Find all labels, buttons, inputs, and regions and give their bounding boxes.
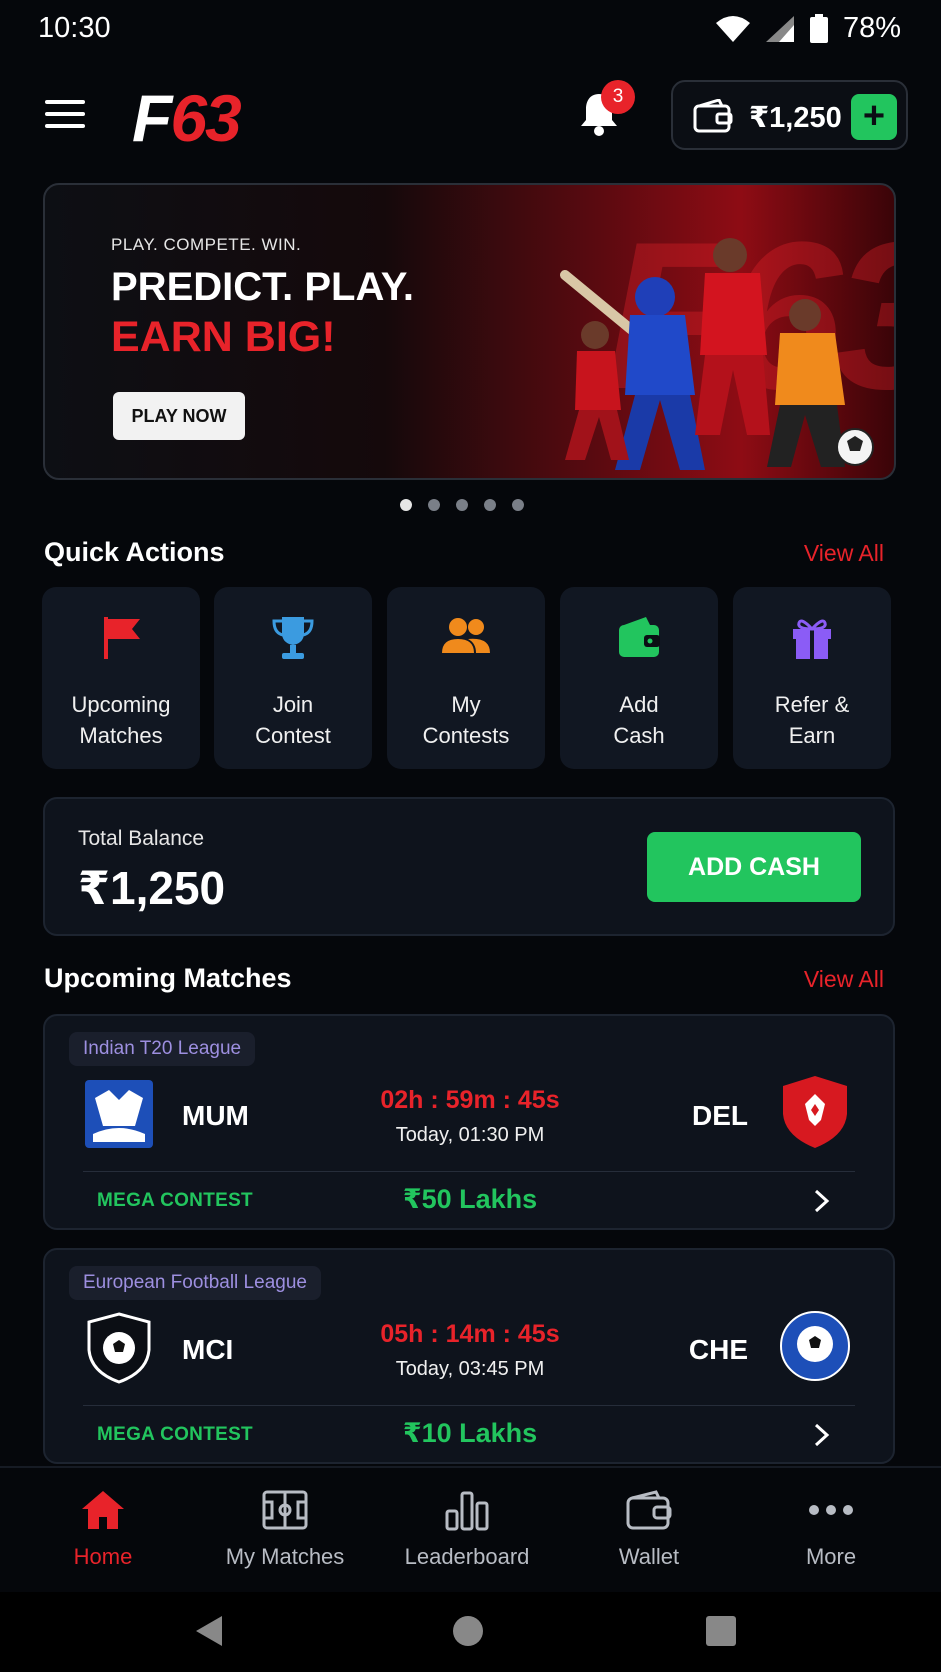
match-time: Today, 03:45 PM bbox=[395, 1358, 545, 1380]
balance-value: ₹1,250 bbox=[78, 862, 226, 914]
home-icon bbox=[82, 1491, 124, 1529]
quick-action-my-contests[interactable]: My Contests bbox=[387, 587, 545, 769]
home-button-icon[interactable] bbox=[452, 1614, 484, 1648]
wallet-icon bbox=[693, 99, 733, 133]
banner-tagline: PLAY. COMPETE. WIN. bbox=[111, 235, 302, 254]
team1-name: MUM bbox=[182, 1100, 249, 1131]
nav-label: My Matches bbox=[225, 1544, 345, 1569]
team1-name: MCI bbox=[182, 1334, 234, 1365]
contest-label: MEGA CONTEST bbox=[97, 1190, 253, 1211]
hamburger-menu-icon[interactable] bbox=[45, 100, 85, 130]
trophy-icon bbox=[272, 617, 314, 659]
wallet-icon bbox=[626, 1490, 672, 1530]
contest-label: MEGA CONTEST bbox=[97, 1424, 253, 1445]
wallet-icon bbox=[619, 617, 660, 657]
status-bar: 10:30 78% bbox=[0, 0, 941, 60]
match-countdown: 02h : 59m : 45s bbox=[380, 1086, 560, 1114]
banner-subheadline: EARN BIG! bbox=[111, 313, 336, 361]
back-icon[interactable] bbox=[194, 1614, 224, 1648]
battery-icon bbox=[809, 13, 828, 43]
app-header: F63 3 ₹1,250 + bbox=[0, 74, 941, 155]
quick-actions-title: Quick Actions bbox=[44, 537, 225, 567]
team2-name: CHE bbox=[688, 1334, 748, 1365]
quick-action-label: Add Cash bbox=[613, 692, 665, 748]
nav-item-more[interactable]: More bbox=[741, 1486, 921, 1570]
team-logo-mci bbox=[87, 1312, 151, 1384]
contest-prize: ₹50 Lakhs bbox=[402, 1184, 538, 1214]
nav-item-wallet[interactable]: Wallet bbox=[559, 1486, 739, 1570]
bottom-navigation: Home My Matches Leaderboard Wallet More bbox=[0, 1466, 941, 1592]
players-illustration bbox=[560, 238, 874, 470]
flag-icon bbox=[104, 617, 140, 659]
gift-icon bbox=[793, 619, 831, 659]
pagination-dot[interactable] bbox=[428, 499, 440, 511]
quick-action-refer-earn[interactable]: Refer & Earn bbox=[733, 587, 891, 769]
nav-label: More bbox=[805, 1544, 857, 1569]
chevron-right-icon[interactable] bbox=[811, 1422, 833, 1448]
match-card[interactable]: Indian T20 League MUM 02h : 59m : 45s To… bbox=[43, 1014, 895, 1230]
chevron-right-icon[interactable] bbox=[811, 1188, 833, 1214]
balance-label: Total Balance bbox=[78, 827, 205, 850]
pitch-icon bbox=[262, 1490, 308, 1530]
nav-item-my-matches[interactable]: My Matches bbox=[195, 1486, 375, 1570]
pagination-dot[interactable] bbox=[484, 499, 496, 511]
pagination-dot[interactable] bbox=[400, 499, 412, 511]
quick-action-upcoming-matches[interactable]: Upcoming Matches bbox=[42, 587, 200, 769]
team2-name: DEL bbox=[692, 1100, 748, 1131]
users-icon bbox=[442, 618, 490, 653]
league-badge: Indian T20 League bbox=[69, 1032, 256, 1066]
quick-action-join-contest[interactable]: Join Contest bbox=[214, 587, 372, 769]
match-card[interactable]: European Football League MCI 05h : 14m :… bbox=[43, 1248, 895, 1464]
nav-label: Home bbox=[73, 1544, 133, 1569]
quick-action-label: Refer & Earn bbox=[774, 692, 850, 748]
bar-chart-icon bbox=[445, 1491, 489, 1531]
match-countdown: 05h : 14m : 45s bbox=[380, 1320, 560, 1348]
pagination-dot[interactable] bbox=[512, 499, 524, 511]
add-money-button[interactable]: + bbox=[851, 94, 897, 140]
quick-actions-view-all-link[interactable]: View All bbox=[804, 540, 884, 567]
add-cash-button[interactable]: ADD CASH bbox=[647, 832, 861, 902]
league-badge: European Football League bbox=[69, 1266, 321, 1300]
recents-icon[interactable] bbox=[705, 1614, 737, 1648]
nav-item-leaderboard[interactable]: Leaderboard bbox=[377, 1486, 557, 1570]
upcoming-matches-view-all-link[interactable]: View All bbox=[804, 966, 884, 993]
match-time: Today, 01:30 PM bbox=[395, 1124, 545, 1146]
upcoming-matches-title: Upcoming Matches bbox=[44, 963, 292, 993]
balance-card: Total Balance ₹1,250 ADD CASH bbox=[43, 797, 895, 936]
team-logo-mum bbox=[85, 1080, 153, 1148]
pagination-dot[interactable] bbox=[456, 499, 468, 511]
quick-action-label: Upcoming Matches bbox=[71, 692, 171, 748]
battery-level: 78% bbox=[842, 12, 901, 44]
nav-label: Wallet bbox=[618, 1544, 680, 1569]
nav-item-home[interactable]: Home bbox=[13, 1486, 193, 1570]
app-logo: F63 bbox=[132, 81, 242, 155]
team-logo-che bbox=[780, 1311, 850, 1381]
banner-pagination[interactable] bbox=[400, 499, 524, 511]
wallet-balance-pill[interactable]: ₹1,250 + bbox=[671, 80, 908, 150]
banner-headline: PREDICT. PLAY. bbox=[111, 265, 415, 309]
status-time: 10:30 bbox=[38, 12, 111, 44]
nav-label: Leaderboard bbox=[404, 1544, 530, 1569]
system-navigation-bar bbox=[0, 1592, 941, 1672]
contest-prize: ₹10 Lakhs bbox=[402, 1418, 538, 1448]
quick-action-add-cash[interactable]: Add Cash bbox=[560, 587, 718, 769]
quick-action-label: My Contests bbox=[422, 692, 510, 748]
team-logo-del bbox=[783, 1076, 847, 1148]
notification-badge: 3 bbox=[601, 80, 635, 114]
play-now-button[interactable]: PLAY NOW bbox=[113, 392, 245, 440]
wifi-icon bbox=[715, 15, 750, 42]
wallet-amount: ₹1,250 bbox=[749, 102, 842, 134]
more-icon bbox=[809, 1505, 853, 1515]
signal-icon bbox=[765, 15, 794, 42]
quick-action-label: Join Contest bbox=[255, 692, 331, 748]
promo-banner[interactable]: F63 PLAY. COMPETE. WIN. PREDICT. PLAY. E… bbox=[43, 183, 896, 480]
